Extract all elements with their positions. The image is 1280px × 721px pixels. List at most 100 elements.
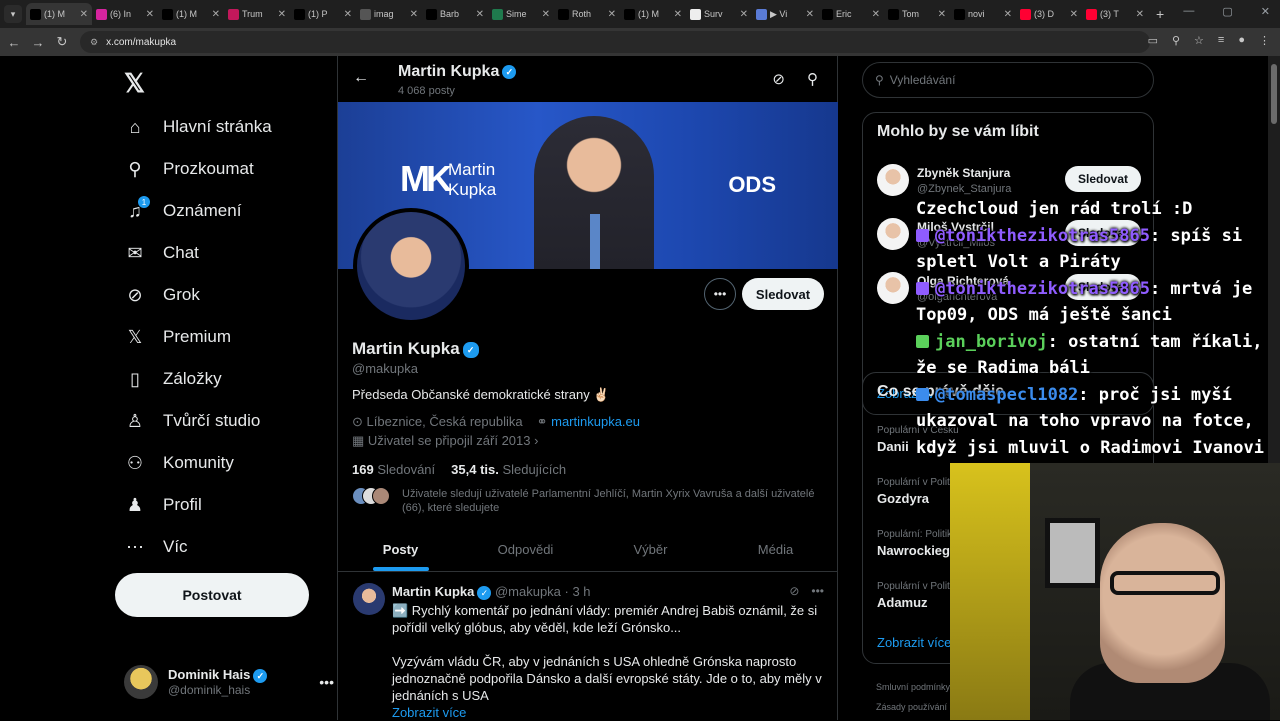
browser-tab[interactable]: Surv ✕: [686, 3, 752, 25]
close-tab-icon[interactable]: ✕: [212, 9, 220, 20]
close-tab-icon[interactable]: ✕: [476, 9, 484, 20]
close-tab-icon[interactable]: ✕: [278, 9, 286, 20]
tab-0[interactable]: Posty: [338, 528, 463, 571]
profile-joined[interactable]: Uživatel se připojil září 2013: [368, 433, 531, 448]
close-tab-icon[interactable]: ✕: [1004, 9, 1012, 20]
new-tab-button[interactable]: +: [1156, 6, 1164, 22]
browser-tab[interactable]: Roth ✕: [554, 3, 620, 25]
show-more-link[interactable]: Zobrazit více: [877, 635, 951, 650]
browser-tab[interactable]: novi ✕: [950, 3, 1016, 25]
close-tab-icon[interactable]: ✕: [938, 9, 946, 20]
nav-item[interactable]: ⚇ Komunity: [124, 443, 234, 483]
nav-item[interactable]: ▯ Záložky: [124, 359, 222, 399]
close-tab-icon[interactable]: ✕: [146, 9, 154, 20]
grok-icon[interactable]: ⊘: [789, 584, 799, 598]
footer-link[interactable]: Zásady používání: [876, 702, 947, 712]
close-tab-icon[interactable]: ✕: [806, 9, 814, 20]
tweet[interactable]: Martin Kupka ✓ @makupka · 3 h ⊘ ••• ➡️ Ryc…: [338, 573, 838, 720]
browser-tab[interactable]: (3) T ✕: [1082, 3, 1148, 25]
nav-item[interactable]: ♟ Profil: [124, 485, 202, 525]
follow-button[interactable]: Sledovat: [1065, 166, 1141, 192]
browser-tab[interactable]: (3) D ✕: [1016, 3, 1082, 25]
nav-item[interactable]: ⌂ Hlavní stránka: [124, 107, 272, 147]
search-input[interactable]: ⚲ Vyhledávání: [862, 62, 1154, 98]
search-icon[interactable]: ⚲: [807, 70, 818, 88]
tab-search-dropdown-icon[interactable]: ▾: [4, 5, 22, 23]
more-options-icon[interactable]: •••: [319, 674, 334, 690]
browser-tab[interactable]: Barb ✕: [422, 3, 488, 25]
zoom-icon[interactable]: ⚲: [1172, 34, 1180, 47]
maximize-icon[interactable]: ▢: [1222, 5, 1232, 18]
profile-website[interactable]: martinkupka.eu: [551, 414, 640, 429]
url-field[interactable]: ⚙ x.com/makupka: [80, 31, 1150, 53]
browser-tab[interactable]: Sime ✕: [488, 3, 554, 25]
grok-icon[interactable]: ⊘: [772, 70, 785, 88]
post-button[interactable]: Postovat: [115, 573, 309, 617]
nav-item[interactable]: ⊘ Grok: [124, 275, 199, 315]
profile-header-bar: ← Martin Kupka ✓ 4 068 posty ⊘ ⚲: [338, 56, 838, 102]
browser-tab[interactable]: Tom ✕: [884, 3, 950, 25]
cast-icon[interactable]: ▭: [1148, 34, 1158, 47]
nav-item[interactable]: ♫ 1 Oznámení: [124, 191, 241, 231]
x-icon: [30, 8, 41, 20]
bookmark-star-icon[interactable]: ☆: [1194, 34, 1204, 47]
close-tab-icon[interactable]: ✕: [80, 9, 88, 20]
browser-tab[interactable]: (1) M ✕: [620, 3, 686, 25]
nav-item[interactable]: ✉ Chat: [124, 233, 198, 273]
close-window-icon[interactable]: ✕: [1261, 5, 1270, 18]
verified-badge-icon[interactable]: ✓: [462, 341, 479, 358]
close-tab-icon[interactable]: ✕: [1136, 9, 1144, 20]
close-tab-icon[interactable]: ✕: [674, 9, 682, 20]
tab-3[interactable]: Média: [713, 528, 838, 571]
home-icon: ⌂: [124, 116, 146, 138]
browser-tab[interactable]: Eric ✕: [818, 3, 884, 25]
close-tab-icon[interactable]: ✕: [410, 9, 418, 20]
more-options-button[interactable]: •••: [704, 278, 736, 310]
follow-button[interactable]: Sledovat: [742, 278, 824, 310]
close-tab-icon[interactable]: ✕: [872, 9, 880, 20]
nav-item[interactable]: ⋯ Víc: [124, 527, 188, 567]
tweet-author-name[interactable]: Martin Kupka: [392, 584, 474, 599]
account-switcher[interactable]: Dominik Hais ✓ @dominik_hais •••: [124, 662, 334, 702]
youtube-icon: [1020, 8, 1031, 20]
more-options-icon[interactable]: •••: [811, 584, 824, 598]
site-info-icon[interactable]: ⚙: [90, 37, 98, 48]
forward-arrow-icon[interactable]: →: [26, 35, 50, 50]
nav-item[interactable]: ♙ Tvůrčí studio: [124, 401, 260, 441]
back-arrow-icon[interactable]: ←: [2, 35, 26, 50]
more-icon-glyph: ⋯: [126, 536, 144, 557]
close-tab-icon[interactable]: ✕: [1070, 9, 1078, 20]
close-tab-icon[interactable]: ✕: [740, 9, 748, 20]
close-tab-icon[interactable]: ✕: [542, 9, 550, 20]
tab-2[interactable]: Výběr: [588, 528, 713, 571]
nav-item[interactable]: 𝕏 Premium: [124, 317, 231, 357]
browser-menu-icon[interactable]: ⋮: [1259, 34, 1270, 47]
browser-tab[interactable]: (1) P ✕: [290, 3, 356, 25]
footer-link[interactable]: Smluvní podmínky: [876, 682, 950, 692]
browser-tab[interactable]: ▶ Vi ✕: [752, 3, 818, 25]
avatar: [124, 665, 158, 699]
browser-tab[interactable]: imag ✕: [356, 3, 422, 25]
followers-link[interactable]: 35,4 tis. Sledujících: [451, 462, 566, 477]
browser-tab[interactable]: Trum ✕: [224, 3, 290, 25]
close-tab-icon[interactable]: ✕: [608, 9, 616, 20]
browser-tab[interactable]: (1) M ✕: [158, 3, 224, 25]
browser-tab[interactable]: (6) In ✕: [92, 3, 158, 25]
show-more-link[interactable]: Zobrazit více: [392, 704, 822, 721]
tab-1[interactable]: Odpovědi: [463, 528, 588, 571]
known-followers[interactable]: Uživatele sledují uživatelé Parlamentní …: [352, 487, 822, 515]
nav-item[interactable]: ⚲ Prozkoumat: [124, 149, 253, 189]
following-link[interactable]: 169 Sledování: [352, 462, 435, 477]
scrollbar-thumb[interactable]: [1271, 64, 1277, 124]
minimize-icon[interactable]: —: [1183, 5, 1194, 18]
reading-list-icon[interactable]: ≡: [1218, 34, 1224, 47]
tweet-avatar[interactable]: [353, 583, 385, 615]
browser-tab[interactable]: (1) M ✕: [26, 3, 92, 25]
back-arrow-icon[interactable]: ←: [353, 69, 369, 87]
close-tab-icon[interactable]: ✕: [344, 9, 352, 20]
x-logo-icon[interactable]: 𝕏: [124, 68, 145, 99]
profile-avatar[interactable]: [353, 208, 469, 324]
communities-icon-glyph: ⚇: [126, 452, 144, 473]
reload-icon[interactable]: ↻: [50, 34, 74, 50]
profile-avatar-icon[interactable]: ●: [1238, 34, 1245, 47]
